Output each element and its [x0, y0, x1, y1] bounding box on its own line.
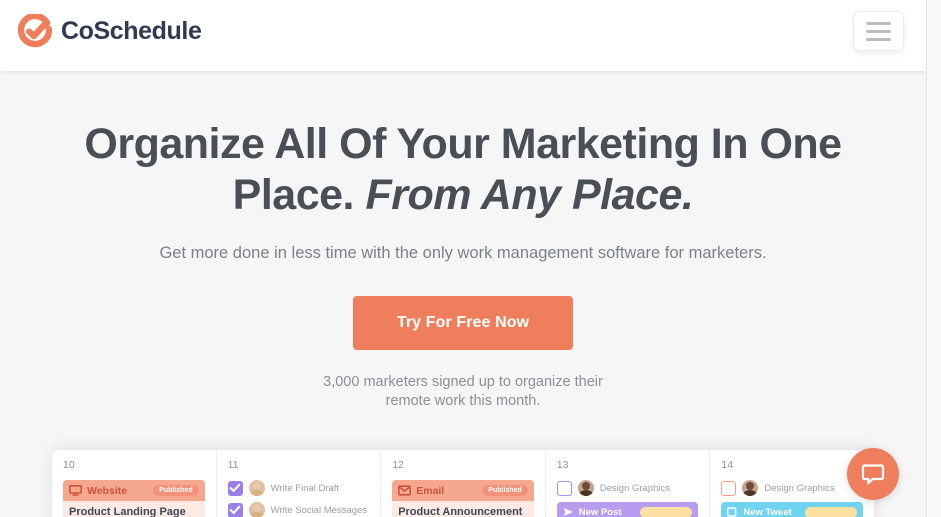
task-checkbox-unchecked-icon[interactable]: [721, 480, 737, 496]
calendar-content-card[interactable]: Email Published Product Announcement: [392, 480, 534, 517]
content-card-title: Product Landing Page: [69, 506, 186, 517]
hamburger-menu-icon-bar-3: [866, 37, 891, 41]
content-card-type-label: Website: [87, 484, 128, 497]
social-message-card[interactable]: New Post: [556, 502, 699, 517]
hamburger-menu-icon-bar-1: [866, 21, 891, 25]
task-label: Write Social Messages: [270, 504, 368, 516]
calendar-preview: 10 Website Published Product Landing Pag…: [52, 450, 874, 517]
hamburger-menu-button[interactable]: [853, 11, 904, 51]
calendar-day-number: 12: [392, 459, 404, 471]
brand-name: CoSchedule: [61, 16, 202, 45]
calendar-content-card[interactable]: Website Published Product Landing Page: [63, 480, 205, 517]
content-card-header: Website Published: [63, 480, 205, 501]
task-label: Design Graphics: [764, 482, 835, 494]
task-row[interactable]: Design Graphics: [721, 480, 863, 496]
status-badge: Published: [482, 485, 528, 496]
calendar-day-number: 13: [556, 459, 569, 471]
calendar-day-column[interactable]: 10 Website Published Product Landing Pag…: [52, 450, 217, 517]
task-row[interactable]: Design Graphics: [556, 480, 699, 496]
content-card-type-label: Email: [416, 484, 445, 497]
calendar-day-column[interactable]: 13 Design Graphics New Post: [546, 450, 711, 517]
page-viewport: CoSchedule Organize All Of Your Marketin…: [0, 0, 926, 517]
calendar-day-number: 11: [227, 459, 239, 471]
social-proof-text: 3,000 marketers signed up to organize th…: [0, 373, 926, 411]
social-card-progress-pill: [640, 506, 693, 517]
chat-widget-button[interactable]: [847, 448, 899, 500]
social-card-label: New Post: [578, 506, 622, 517]
social-card-label: New Tweet: [743, 506, 792, 517]
task-checkbox-checked-icon[interactable]: [227, 480, 243, 496]
task-label: Write Final Draft: [270, 482, 340, 494]
site-header: CoSchedule: [0, 0, 926, 71]
coschedule-check-logo-icon: [18, 14, 52, 48]
chat-bubble-icon: [861, 464, 885, 485]
calendar-day-number: 10: [63, 459, 75, 471]
send-icon: [563, 508, 573, 516]
monitor-icon: [69, 485, 82, 496]
social-message-card[interactable]: New Tweet: [721, 502, 863, 517]
avatar: [248, 480, 265, 496]
social-card-progress-pill: [804, 506, 857, 517]
try-for-free-button[interactable]: Try For Free Now: [353, 296, 573, 350]
social-proof-line-1: 3,000 marketers signed up to organize th…: [323, 374, 603, 390]
hero-title-line-b: From Any Place.: [365, 171, 694, 219]
page-title: Organize All Of Your Marketing In One Pl…: [0, 119, 926, 221]
avatar: [577, 480, 594, 496]
cta-container: Try For Free Now: [0, 296, 926, 350]
content-card-header: Email Published: [392, 480, 534, 501]
calendar-day-number: 14: [721, 459, 734, 471]
avatar: [248, 502, 265, 517]
status-badge: Published: [153, 485, 199, 496]
avatar: [742, 480, 759, 496]
hero-section: Organize All Of Your Marketing In One Pl…: [0, 71, 926, 411]
task-checkbox-unchecked-icon[interactable]: [556, 480, 572, 496]
task-row[interactable]: Write Final Draft: [227, 480, 370, 496]
calendar-day-column[interactable]: 11 Write Final Draft Write Social Messag…: [217, 450, 382, 517]
content-card-title: Product Announcement: [398, 506, 523, 517]
brand-logo-link[interactable]: CoSchedule: [18, 14, 202, 48]
page-scrollbar[interactable]: [926, 0, 941, 517]
task-label: Design Graphics: [599, 482, 671, 494]
calendar-day-column[interactable]: 12 Email Published Product Announcement: [381, 450, 546, 517]
task-row[interactable]: Write Social Messages: [227, 502, 370, 517]
social-proof-line-2: remote work this month.: [385, 393, 541, 409]
envelope-icon: [398, 485, 412, 496]
hero-subtitle: Get more done in less time with the only…: [159, 244, 767, 262]
task-checkbox-checked-icon[interactable]: [227, 502, 243, 517]
twitter-bird-icon: [727, 507, 737, 517]
hamburger-menu-icon-bar-2: [866, 29, 891, 33]
